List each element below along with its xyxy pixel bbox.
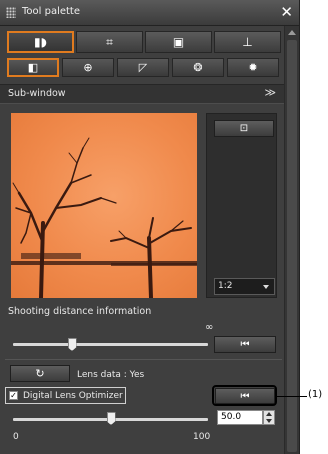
color-icon: ❂: [193, 61, 203, 74]
stamp-icon: ⊥: [242, 35, 253, 49]
spinner-arrows[interactable]: [263, 410, 275, 425]
tab-crop[interactable]: ⌗: [76, 31, 143, 53]
tab-image[interactable]: ▣: [145, 31, 212, 53]
subwindow-label: Sub-window: [8, 88, 66, 99]
tab-stamp[interactable]: ⊥: [214, 31, 281, 53]
callout-highlight: [212, 385, 277, 406]
shooting-distance-header: Shooting distance information: [0, 304, 284, 318]
fit-view-button[interactable]: ⊡: [214, 120, 274, 137]
divider: [5, 359, 282, 360]
title-bar[interactable]: Tool palette ✕: [0, 0, 299, 26]
lens-data-label: Lens data : Yes: [77, 370, 145, 380]
dlo-max-label: 100: [193, 432, 211, 442]
scroll-up-icon[interactable]: [288, 30, 296, 35]
dlo-slider[interactable]: [106, 412, 116, 425]
close-icon[interactable]: ✕: [280, 3, 293, 21]
curve-icon: ◸: [138, 61, 148, 74]
tab-basic-adjustment[interactable]: ▮◗: [7, 31, 74, 53]
magnifier-icon: ⊕: [83, 61, 93, 74]
tab-row-bottom: ◧ ⊕ ◸ ❂ ✹: [7, 58, 279, 80]
scrollbar[interactable]: [284, 26, 299, 454]
infinity-label: ∞: [205, 322, 214, 333]
refresh-lens-data-button[interactable]: ↻: [10, 365, 70, 382]
zoom-value: 1:2: [218, 281, 233, 291]
digital-lens-optimizer-row[interactable]: ✓ Digital Lens Optimizer: [5, 387, 126, 404]
preview-image: [11, 113, 197, 298]
chevron-down-icon[interactable]: [266, 419, 272, 423]
scrollbar-thumb[interactable]: [287, 40, 297, 452]
subwindow-side-panel: [206, 113, 277, 298]
tone-icon: ◧: [27, 61, 39, 74]
tab-tone[interactable]: ◧: [7, 58, 59, 77]
tab-curve[interactable]: ◸: [117, 58, 169, 77]
callout-label: (1): [308, 389, 323, 400]
tab-row-top: ▮◗ ⌗ ▣ ⊥: [7, 31, 281, 53]
grip-icon: [6, 7, 16, 18]
dlo-value-input[interactable]: 50.0: [217, 410, 263, 425]
image-icon: ▣: [172, 35, 185, 49]
shooting-distance-track[interactable]: [13, 343, 208, 346]
chevron-down-icon[interactable]: ≫: [264, 86, 276, 99]
shooting-distance-label: Shooting distance information: [8, 306, 152, 317]
subwindow-header[interactable]: Sub-window ≫: [0, 84, 284, 104]
window-title: Tool palette: [22, 6, 81, 17]
chevron-down-icon: [263, 285, 269, 289]
digital-lens-optimizer-checkbox[interactable]: ✓: [9, 391, 18, 400]
gear-icon: ✹: [248, 61, 258, 74]
digital-lens-optimizer-label: Digital Lens Optimizer: [23, 391, 123, 401]
fit-icon: ⊡: [239, 123, 249, 134]
reset-icon: ⏮: [240, 339, 250, 350]
tab-nr[interactable]: ⊕: [62, 58, 114, 77]
shooting-distance-slider[interactable]: [67, 338, 77, 351]
tab-color[interactable]: ❂: [172, 58, 224, 77]
zoom-select[interactable]: 1:2: [214, 278, 275, 295]
chevron-up-icon[interactable]: [266, 412, 272, 416]
callout-line: [277, 396, 307, 397]
crop-icon: ⌗: [106, 34, 113, 49]
dlo-min-label: 0: [13, 432, 19, 442]
tab-settings[interactable]: ✹: [227, 58, 279, 77]
shooting-distance-reset-button[interactable]: ⏮: [214, 336, 276, 353]
refresh-icon: ↻: [35, 367, 45, 380]
basic-adjustment-icon: ▮◗: [34, 35, 47, 49]
dlo-value-spinner[interactable]: 50.0: [217, 410, 275, 425]
